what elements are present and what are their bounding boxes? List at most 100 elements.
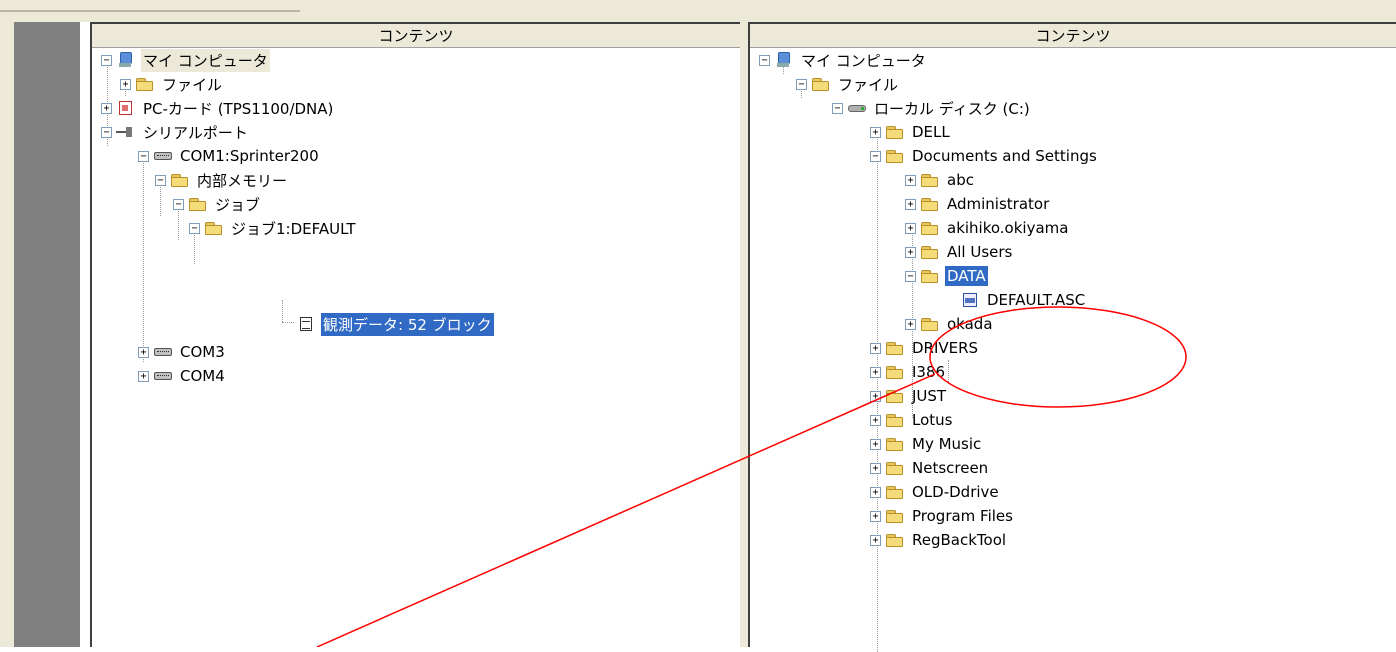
tree-node-program-files[interactable]: + Program Files [870,504,1015,528]
tree-node-files[interactable]: − ファイル [796,72,900,96]
tree-node-com1[interactable]: − COM1:Sprinter200 [138,144,321,168]
node-label: abc [947,171,974,189]
collapse-toggle[interactable]: − [905,270,916,282]
collapse-toggle[interactable]: − [101,54,112,66]
tree-node-my-computer[interactable]: − マイ コンピュータ [101,48,270,72]
tree-node-regbacktool[interactable]: + RegBackTool [870,528,1008,552]
tree-node-documents-and-settings[interactable]: − Documents and Settings [870,144,1099,168]
folder-icon [885,124,905,140]
tree-node-com4[interactable]: + COM4 [138,364,227,388]
node-label: okada [947,315,993,333]
folder-icon [170,172,190,188]
folder-icon [885,532,905,548]
tree-node-local-disk[interactable]: − ローカル ディスク (C:) [832,96,1032,120]
node-label: ジョブ [215,195,261,214]
node-label: DEFAULT.ASC [987,291,1086,309]
tree-node-i386[interactable]: + I386 [870,360,947,384]
expand-toggle[interactable]: + [905,246,916,258]
tree-line [143,156,144,362]
pane-divider[interactable] [740,22,748,647]
tree-node-job[interactable]: − ジョブ [173,192,262,216]
left-tree-panel: コンテンツ − マイ コンピュータ + ファイル + PC-カード (TPS11… [90,22,740,647]
expand-toggle[interactable]: + [870,390,881,402]
expand-toggle[interactable]: + [138,346,149,358]
expand-toggle[interactable]: + [870,414,881,426]
expand-toggle[interactable]: + [138,370,149,382]
expand-toggle[interactable]: + [870,486,881,498]
tree-node-observation-data[interactable]: 観測データ: 52 ブロック [296,312,494,336]
collapse-toggle[interactable]: − [101,126,112,138]
tree-node-data[interactable]: − DATA [905,264,988,288]
collapse-toggle[interactable]: − [832,102,843,114]
node-label: Lotus [912,411,953,429]
expand-toggle[interactable]: + [870,534,881,546]
node-label: COM3 [180,343,225,361]
left-dark-strip [14,22,80,647]
expand-toggle[interactable]: + [870,462,881,474]
expand-toggle[interactable]: + [120,78,131,90]
folder-icon [885,460,905,476]
expand-toggle[interactable]: + [905,198,916,210]
collapse-toggle[interactable]: − [155,174,166,186]
tree-node-com3[interactable]: + COM3 [138,340,227,364]
tree-node-drivers[interactable]: + DRIVERS [870,336,980,360]
folder-icon [920,244,940,260]
expand-toggle[interactable]: + [905,174,916,186]
expand-toggle[interactable]: + [905,318,916,330]
node-label: ジョブ1:DEFAULT [231,219,356,238]
expand-toggle[interactable]: + [870,342,881,354]
node-label: Netscreen [912,459,989,477]
tree-node-okada[interactable]: + okada [905,312,995,336]
expand-toggle[interactable]: + [101,102,112,114]
node-label: 内部メモリー [197,171,288,190]
node-label: My Music [912,435,982,453]
tree-line [948,360,949,382]
folder-icon [920,268,940,284]
expand-toggle[interactable]: + [870,438,881,450]
tree-node-abc[interactable]: + abc [905,168,976,192]
right-column-header[interactable]: コンテンツ [750,24,1396,48]
tree-node-just[interactable]: + JUST [870,384,948,408]
tree-node-dell[interactable]: + DELL [870,120,952,144]
tree-node-akihiko[interactable]: + akihiko.okiyama [905,216,1070,240]
node-label: シリアルポート [143,123,248,142]
node-label: Program Files [912,507,1013,525]
tree-node-serial-port[interactable]: − シリアルポート [101,120,250,144]
tree-node-all-users[interactable]: + All Users [905,240,1014,264]
left-column-header[interactable]: コンテンツ [92,24,740,48]
expand-toggle[interactable]: + [870,510,881,522]
collapse-toggle[interactable]: − [173,198,184,210]
expand-toggle[interactable]: + [870,366,881,378]
tree-node-pc-card[interactable]: + PC-カード (TPS1100/DNA) [101,96,335,120]
expand-toggle[interactable]: + [870,126,881,138]
port-icon [153,344,173,360]
tree-node-lotus[interactable]: + Lotus [870,408,954,432]
tree-node-internal-memory[interactable]: − 内部メモリー [155,168,289,192]
folder-icon [920,196,940,212]
collapse-toggle[interactable]: − [796,78,807,90]
tree-node-files[interactable]: + ファイル [120,72,224,96]
port-icon [153,148,173,164]
tree-node-old-ddrive[interactable]: + OLD-Ddrive [870,480,1001,504]
node-label: akihiko.okiyama [947,219,1069,237]
tree-node-netscreen[interactable]: + Netscreen [870,456,990,480]
tree-node-default-asc[interactable]: DEFAULT.ASC [960,288,1087,312]
collapse-toggle[interactable]: − [870,150,881,162]
node-label: DELL [912,123,950,141]
tree-node-job1[interactable]: − ジョブ1:DEFAULT [189,216,358,240]
node-label: All Users [947,243,1013,261]
collapse-toggle[interactable]: − [189,222,200,234]
collapse-toggle[interactable]: − [138,150,149,162]
folder-icon [204,220,224,236]
folder-icon [885,388,905,404]
expand-toggle[interactable]: + [905,222,916,234]
tree-node-my-computer[interactable]: − マイ コンピュータ [759,48,928,72]
collapse-toggle[interactable]: − [759,54,770,66]
folder-icon [885,484,905,500]
node-label: ファイル [162,75,223,94]
left-tree: − マイ コンピュータ + ファイル + PC-カード (TPS1100/DNA… [92,48,740,647]
pc-card-icon [116,100,136,116]
node-label: OLD-Ddrive [912,483,999,501]
tree-node-administrator[interactable]: + Administrator [905,192,1051,216]
tree-node-my-music[interactable]: + My Music [870,432,983,456]
